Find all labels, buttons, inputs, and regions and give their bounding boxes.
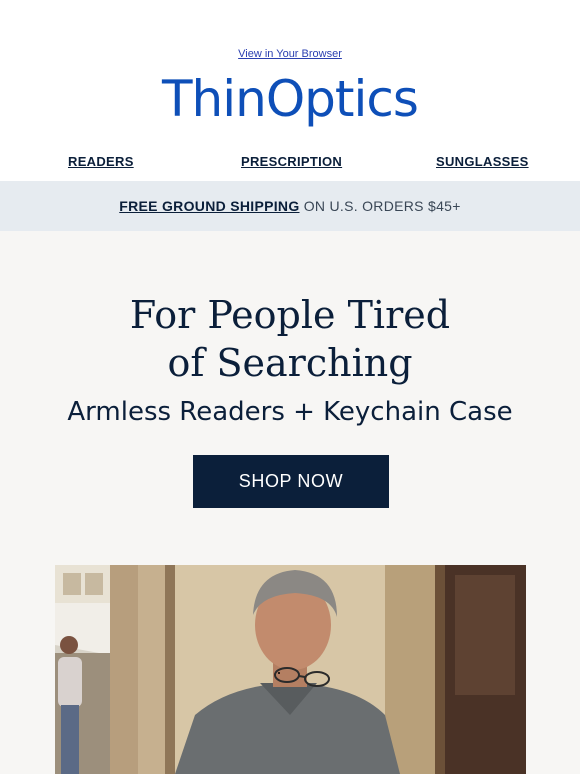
shop-now-button[interactable]: SHOP NOW [193,455,389,508]
hero-subheadline: Armless Readers + Keychain Case [67,397,513,427]
hero-headline-line2: of Searching [167,341,413,385]
main-nav: READERS PRESCRIPTION SUNGLASSES [0,154,580,170]
man-reading-image [55,565,526,774]
free-shipping-link[interactable]: FREE GROUND SHIPPING [119,198,299,214]
thinoptics-logo[interactable]: ThinOptics [0,70,580,128]
hero-photo[interactable] [55,565,526,774]
hero-headline-line1: For People Tired [129,293,451,337]
nav-readers[interactable]: READERS [68,154,134,169]
hero-headline: For People Tired of Searching [0,291,580,387]
shipping-banner: FREE GROUND SHIPPING ON U.S. ORDERS $45+ [0,181,580,231]
nav-prescription[interactable]: PRESCRIPTION [241,154,342,169]
hero-section: For People Tired of Searching Armless Re… [0,231,580,774]
nav-sunglasses[interactable]: SUNGLASSES [436,154,529,169]
view-in-browser-link[interactable]: View in Your Browser [0,48,580,60]
shipping-terms: ON U.S. ORDERS $45+ [299,198,461,214]
